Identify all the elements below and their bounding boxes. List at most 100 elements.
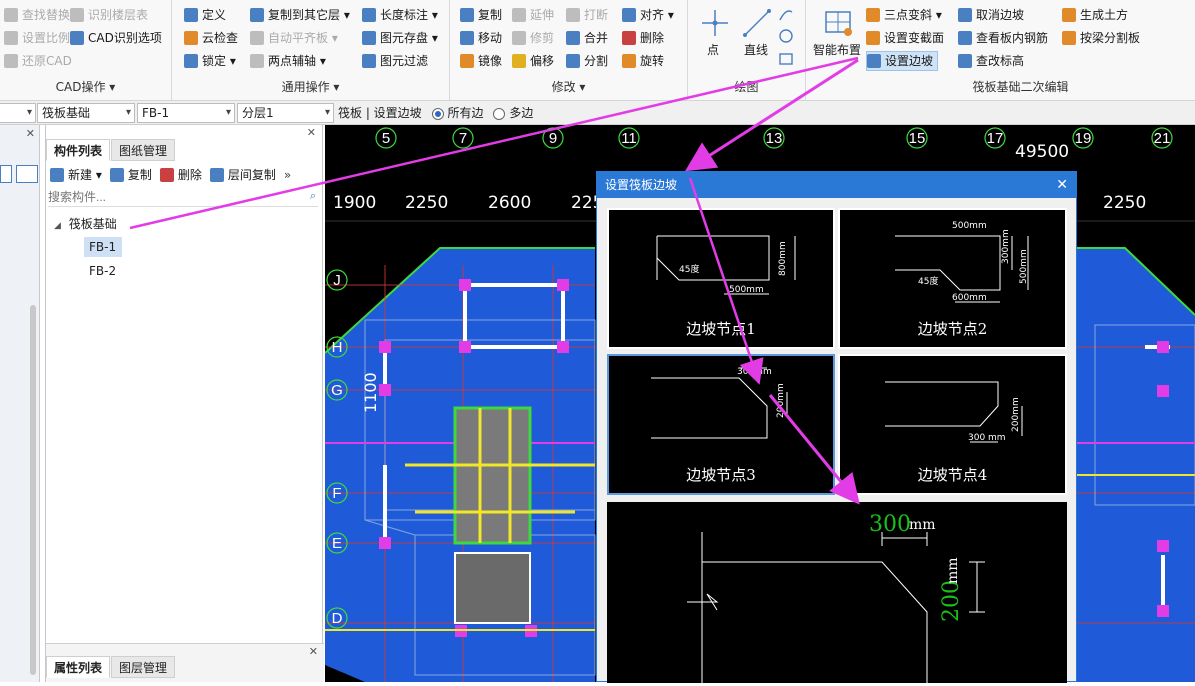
axis-label: 9 xyxy=(549,130,557,147)
group-title: CAD操作 ▾ xyxy=(55,80,116,94)
delete-button[interactable]: 删除 xyxy=(622,28,664,48)
tree-item-fb-2[interactable]: FB-2 xyxy=(84,261,122,281)
copy-button[interactable]: 复制 xyxy=(460,5,502,25)
move-button[interactable]: 移动 xyxy=(460,28,502,48)
cad-icon xyxy=(70,31,84,45)
slope-node-1-option[interactable]: 45度 800mm 500mm 边坡节点1 xyxy=(607,208,835,349)
copy-to-floor-button[interactable]: 复制到其它层 ▾ xyxy=(250,5,350,25)
group-title: 绘图 xyxy=(734,80,759,94)
close-icon[interactable]: ✕ xyxy=(1056,172,1068,198)
layer-dropdown[interactable]: 分层1 xyxy=(237,103,334,123)
extend-button[interactable]: 延伸 xyxy=(512,5,554,25)
copy-component-button[interactable]: 复制 xyxy=(109,165,152,185)
search-icon[interactable]: ⌕ xyxy=(310,189,316,203)
collapse-icon[interactable]: ◢ xyxy=(54,221,61,231)
option-label: 边坡节点2 xyxy=(917,320,988,338)
floor-copy-button[interactable]: 层间复制 xyxy=(209,165,276,185)
copy-icon xyxy=(109,168,124,182)
restore-cad-button[interactable]: 还原CAD xyxy=(4,51,72,71)
axis-label: 15 xyxy=(909,130,926,147)
point-button[interactable]: 点 xyxy=(707,40,719,60)
node-1-width: 500mm xyxy=(729,285,764,295)
tree-item-fb-1[interactable]: FB-1 xyxy=(84,237,122,257)
break-button[interactable]: 打断 xyxy=(566,5,608,25)
mirror-button[interactable]: 镜像 xyxy=(460,51,502,71)
tab-drawing-management[interactable]: 图纸管理 xyxy=(111,139,176,161)
tab-property-list[interactable]: 属性列表 xyxy=(46,656,111,678)
set-scale-button[interactable]: 设置比例 xyxy=(4,28,70,48)
dim-label: 1900 xyxy=(333,193,377,213)
align-button[interactable]: 对齐 ▾ xyxy=(622,5,674,25)
cancel-slope-button[interactable]: 取消边坡 xyxy=(958,5,1024,25)
length-dimension-button[interactable]: 长度标注 ▾ xyxy=(362,5,438,25)
slope-node-2-option[interactable]: 500mm 300mm 45度 600mm 500mm 边坡节点2 xyxy=(838,208,1067,349)
set-slope-edge-button[interactable]: 设置边坡 xyxy=(866,51,939,71)
set-variable-section-button[interactable]: 设置变截面 xyxy=(866,28,944,48)
slope-node-4-option[interactable]: 300 mm 200mm 边坡节点4 xyxy=(838,354,1067,495)
axis-label: G xyxy=(331,382,343,399)
save-icon xyxy=(362,31,376,45)
point-icon xyxy=(702,10,728,36)
scrollbar[interactable] xyxy=(30,305,36,675)
tab-component-list[interactable]: 构件列表 xyxy=(46,139,111,161)
two-point-axis-button[interactable]: 两点辅轴 ▾ xyxy=(250,51,326,71)
rotate-button[interactable]: 旋转 xyxy=(622,51,664,71)
node-2-step-height: 300mm xyxy=(1001,229,1011,264)
trim-button[interactable]: 修剪 xyxy=(512,28,554,48)
auto-flush-slab-button[interactable]: 自动平齐板 ▾ xyxy=(250,28,338,48)
define-button[interactable]: 定义 xyxy=(184,5,226,25)
element-save-button[interactable]: 图元存盘 ▾ xyxy=(362,28,438,48)
split-beam-icon xyxy=(1062,31,1076,45)
dim-label: 2250 xyxy=(405,193,449,213)
identify-floor-table-button[interactable]: 识别楼层表 xyxy=(70,5,148,25)
node-4-width: 300 mm xyxy=(968,433,1006,443)
close-icon[interactable]: ✕ xyxy=(309,645,318,658)
list-view-icon[interactable] xyxy=(0,165,12,183)
cloud-check-button[interactable]: 云检查 xyxy=(184,28,238,48)
offset-button[interactable]: 偏移 xyxy=(512,51,554,71)
merge-button[interactable]: 合并 xyxy=(566,28,608,48)
edit-elevation-button[interactable]: 查改标高 xyxy=(958,51,1024,71)
section-icon xyxy=(866,31,880,45)
find-replace-button[interactable]: 查找替换 xyxy=(4,5,70,25)
axis-label: D xyxy=(332,610,343,627)
element-filter-button[interactable]: 图元过滤 xyxy=(362,51,428,71)
delete-component-button[interactable]: 删除 xyxy=(159,165,202,185)
type-dropdown[interactable]: 筏板基础 xyxy=(37,103,135,123)
preview-height-value: 200 xyxy=(939,580,964,622)
search-input[interactable] xyxy=(48,189,298,205)
rotate-icon xyxy=(622,54,636,68)
lock-button[interactable]: 锁定 ▾ xyxy=(184,51,236,71)
mode-label: 筏板 | 设置边坡 xyxy=(338,106,422,120)
all-edges-radio[interactable] xyxy=(431,107,444,120)
split-button[interactable]: 分割 xyxy=(566,51,608,71)
node-3-height: 200mm xyxy=(776,383,786,418)
line-button[interactable]: 直线 xyxy=(744,40,768,60)
three-point-slope-button[interactable]: 三点变斜 ▾ xyxy=(866,5,942,25)
grid-view-icon[interactable] xyxy=(16,165,38,183)
multi-edge-radio[interactable] xyxy=(493,107,506,120)
new-button[interactable]: 新建 ▾ xyxy=(50,165,102,185)
node-1-diagram: 45度 800mm 500mm xyxy=(656,235,796,295)
multi-edge-label: 多边 xyxy=(509,106,534,120)
generate-earthwork-button[interactable]: 生成土方 xyxy=(1062,5,1128,25)
tree-root[interactable]: ◢ 筏板基础 xyxy=(54,215,117,232)
split-by-beam-button[interactable]: 按梁分割板 xyxy=(1062,28,1140,48)
floor-copy-icon xyxy=(209,168,224,182)
floor-dropdown[interactable] xyxy=(0,103,36,123)
more-icon[interactable]: » xyxy=(284,165,291,185)
find-replace-icon xyxy=(4,8,18,22)
close-icon[interactable]: ✕ xyxy=(307,126,316,139)
filter-icon xyxy=(362,54,376,68)
split-icon xyxy=(566,54,580,68)
tab-layer-management[interactable]: 图层管理 xyxy=(111,656,176,678)
modify-group: 复制 延伸 打断 对齐 ▾ 移动 修剪 合并 删除 镜像 偏移 分割 旋转 修改… xyxy=(450,0,688,101)
option-label: 边坡节点3 xyxy=(686,466,756,484)
close-icon[interactable]: ✕ xyxy=(26,127,35,140)
view-rebar-button[interactable]: 查看板内钢筋 xyxy=(958,28,1048,48)
smart-layout-button[interactable]: 智能布置 xyxy=(813,40,861,60)
cad-options-button[interactable]: CAD识别选项 xyxy=(70,28,162,48)
component-dropdown[interactable]: FB-1 xyxy=(137,103,235,123)
slope-node-3-option[interactable]: 300mm 200mm 边坡节点3 xyxy=(607,354,835,495)
node-2-bottom-width: 600mm xyxy=(952,293,987,303)
